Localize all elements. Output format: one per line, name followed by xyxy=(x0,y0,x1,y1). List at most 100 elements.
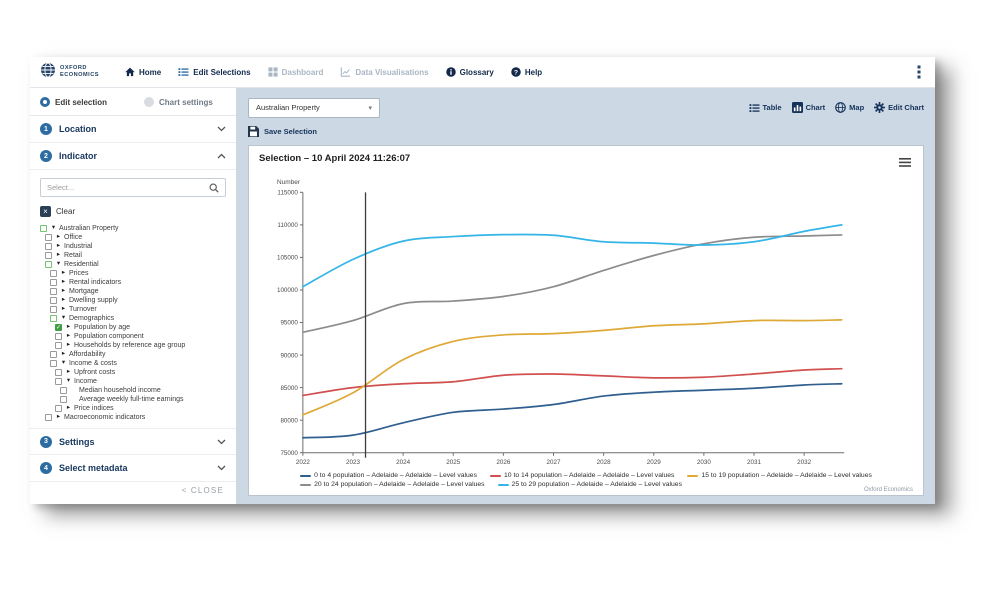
checkbox-unchecked[interactable] xyxy=(55,405,62,412)
checkbox-unchecked[interactable] xyxy=(50,351,57,358)
tree-item-median-household-income[interactable]: Median household income xyxy=(40,386,226,395)
expander-collapsed-icon[interactable]: ▸ xyxy=(65,324,72,331)
checkbox-unchecked[interactable] xyxy=(50,360,57,367)
tree-item-turnover[interactable]: ▸ Turnover xyxy=(40,305,226,314)
section-location[interactable]: 1 Location xyxy=(30,116,236,143)
legend-item-4[interactable]: 25 to 29 population – Adelaide – Adelaid… xyxy=(498,481,682,488)
expander-expanded-icon[interactable]: ▾ xyxy=(60,360,67,367)
legend-item-2[interactable]: 15 to 19 population – Adelaide – Adelaid… xyxy=(687,472,871,479)
chart-context-menu-icon[interactable] xyxy=(897,153,913,173)
chart-settings-radio[interactable]: Chart settings xyxy=(144,97,213,107)
tree-item-dwelling-supply[interactable]: ▸ Dwelling supply xyxy=(40,296,226,305)
expander-collapsed-icon[interactable]: ▸ xyxy=(65,405,72,412)
svg-text:90000: 90000 xyxy=(280,352,298,359)
legend-item-0[interactable]: 0 to 4 population – Adelaide – Adelaide … xyxy=(300,472,477,479)
chart-active-icon xyxy=(792,102,803,113)
nav-item-dashboard[interactable]: Dashboard xyxy=(268,67,324,77)
legend-item-1[interactable]: 10 to 14 population – Adelaide – Adelaid… xyxy=(490,472,674,479)
checkbox-unchecked[interactable] xyxy=(50,306,57,313)
checkbox-checked[interactable]: ✓ xyxy=(55,324,62,331)
tree-item-demographics[interactable]: ▾ Demographics xyxy=(40,314,226,323)
checkbox-unchecked[interactable] xyxy=(55,342,62,349)
expander-collapsed-icon[interactable]: ▸ xyxy=(65,333,72,340)
checkbox-unchecked[interactable] xyxy=(55,369,62,376)
checkbox-unchecked[interactable] xyxy=(50,288,57,295)
view-button-table[interactable]: Table xyxy=(749,103,782,113)
nav-item-edit-selections[interactable]: Edit Selections xyxy=(178,67,250,77)
legend-swatch xyxy=(490,475,501,477)
tree-item-affordability[interactable]: ▸ Affordability xyxy=(40,350,226,359)
checkbox-unchecked[interactable] xyxy=(45,414,52,421)
expander-collapsed-icon[interactable]: ▸ xyxy=(55,414,62,421)
tree-item-average-weekly-full-time-earnings[interactable]: Average weekly full-time earnings xyxy=(40,395,226,404)
svg-text:2032: 2032 xyxy=(797,459,811,466)
checkbox-unchecked[interactable] xyxy=(55,333,62,340)
checkbox-unchecked[interactable] xyxy=(60,396,67,403)
nav-item-home[interactable]: Home xyxy=(125,67,161,77)
tree-item-office[interactable]: ▸ Office xyxy=(40,233,226,242)
checkbox-unchecked[interactable] xyxy=(50,270,57,277)
expander-expanded-icon[interactable]: ▾ xyxy=(50,225,57,232)
view-button-map[interactable]: Map xyxy=(835,102,864,113)
expander-collapsed-icon[interactable]: ▸ xyxy=(60,306,67,313)
checkbox-unchecked[interactable] xyxy=(55,378,62,385)
tree-item-population-component[interactable]: ▸ Population component xyxy=(40,332,226,341)
save-selection-button[interactable]: Save Selection xyxy=(248,126,924,137)
nav-item-data-visualisations[interactable]: Data Visualisations xyxy=(340,67,428,77)
tree-item-macroeconomic-indicators[interactable]: ▸ Macroeconomic indicators xyxy=(40,413,226,422)
expander-collapsed-icon[interactable]: ▸ xyxy=(60,297,67,304)
expander-collapsed-icon[interactable]: ▸ xyxy=(65,342,72,349)
search-input[interactable] xyxy=(47,183,205,192)
checkbox-indeterminate[interactable] xyxy=(50,315,57,322)
expander-expanded-icon[interactable]: ▾ xyxy=(60,315,67,322)
tree-item-residential[interactable]: ▾ Residential xyxy=(40,260,226,269)
expander-collapsed-icon[interactable]: ▸ xyxy=(55,243,62,250)
expander-collapsed-icon[interactable]: ▸ xyxy=(55,252,62,259)
checkbox-unchecked[interactable] xyxy=(45,252,52,259)
kebab-menu-icon[interactable] xyxy=(913,63,925,81)
section-indicator[interactable]: 2 Indicator xyxy=(30,143,236,170)
expander-collapsed-icon[interactable]: ▸ xyxy=(65,369,72,376)
section-settings[interactable]: 3 Settings xyxy=(30,428,236,455)
checkbox-unchecked[interactable] xyxy=(45,243,52,250)
checkbox-unchecked[interactable] xyxy=(50,297,57,304)
checkbox-indeterminate[interactable] xyxy=(40,225,47,232)
checkbox-unchecked[interactable] xyxy=(50,279,57,286)
clear-button[interactable]: × Clear xyxy=(40,206,226,217)
section-select-metadata[interactable]: 4 Select metadata xyxy=(30,455,236,482)
view-button-chart[interactable]: Chart xyxy=(792,102,826,113)
info-icon xyxy=(446,67,456,77)
tree-item-households-by-reference-age-group[interactable]: ▸ Households by reference age group xyxy=(40,341,226,350)
tree-item-population-by-age[interactable]: ✓ ▸ Population by age xyxy=(40,323,226,332)
expander-expanded-icon[interactable]: ▾ xyxy=(65,378,72,385)
nav-item-help[interactable]: ? Help xyxy=(511,67,542,77)
expander-expanded-icon[interactable]: ▾ xyxy=(55,261,62,268)
tree-item-mortgage[interactable]: ▸ Mortgage xyxy=(40,287,226,296)
view-button-edit-chart[interactable]: Edit Chart xyxy=(874,102,924,113)
tree-item-price-indices[interactable]: ▸ Price indices xyxy=(40,404,226,413)
tree-item-industrial[interactable]: ▸ Industrial xyxy=(40,242,226,251)
tree-item-rental-indicators[interactable]: ▸ Rental indicators xyxy=(40,278,226,287)
nav-item-glossary[interactable]: Glossary xyxy=(446,67,494,77)
legend-item-3[interactable]: 20 to 24 population – Adelaide – Adelaid… xyxy=(300,481,484,488)
tree-item-retail[interactable]: ▸ Retail xyxy=(40,251,226,260)
checkbox-unchecked[interactable] xyxy=(60,387,67,394)
tree-item-upfront-costs[interactable]: ▸ Upfront costs xyxy=(40,368,226,377)
oxford-economics-logo[interactable]: OXFORD ECONOMICS xyxy=(40,62,99,83)
checkbox-unchecked[interactable] xyxy=(45,234,52,241)
dataset-dropdown[interactable]: Australian Property ▾ xyxy=(248,98,380,118)
tree-item-australian-property[interactable]: ▾ Australian Property xyxy=(40,224,226,233)
edit-selection-radio[interactable]: Edit selection xyxy=(40,97,144,107)
expander-collapsed-icon[interactable]: ▸ xyxy=(60,279,67,286)
svg-text:80000: 80000 xyxy=(280,417,298,424)
close-sidebar-button[interactable]: < CLOSE xyxy=(30,486,236,504)
expander-collapsed-icon[interactable]: ▸ xyxy=(55,234,62,241)
checkbox-indeterminate[interactable] xyxy=(45,261,52,268)
expander-collapsed-icon[interactable]: ▸ xyxy=(60,270,67,277)
expander-collapsed-icon[interactable]: ▸ xyxy=(60,288,67,295)
tree-item-prices[interactable]: ▸ Prices xyxy=(40,269,226,278)
expander-collapsed-icon[interactable]: ▸ xyxy=(60,351,67,358)
tree-item-income[interactable]: ▾ Income xyxy=(40,377,226,386)
chevron-down-icon xyxy=(217,465,226,471)
tree-item-income-costs[interactable]: ▾ Income & costs xyxy=(40,359,226,368)
